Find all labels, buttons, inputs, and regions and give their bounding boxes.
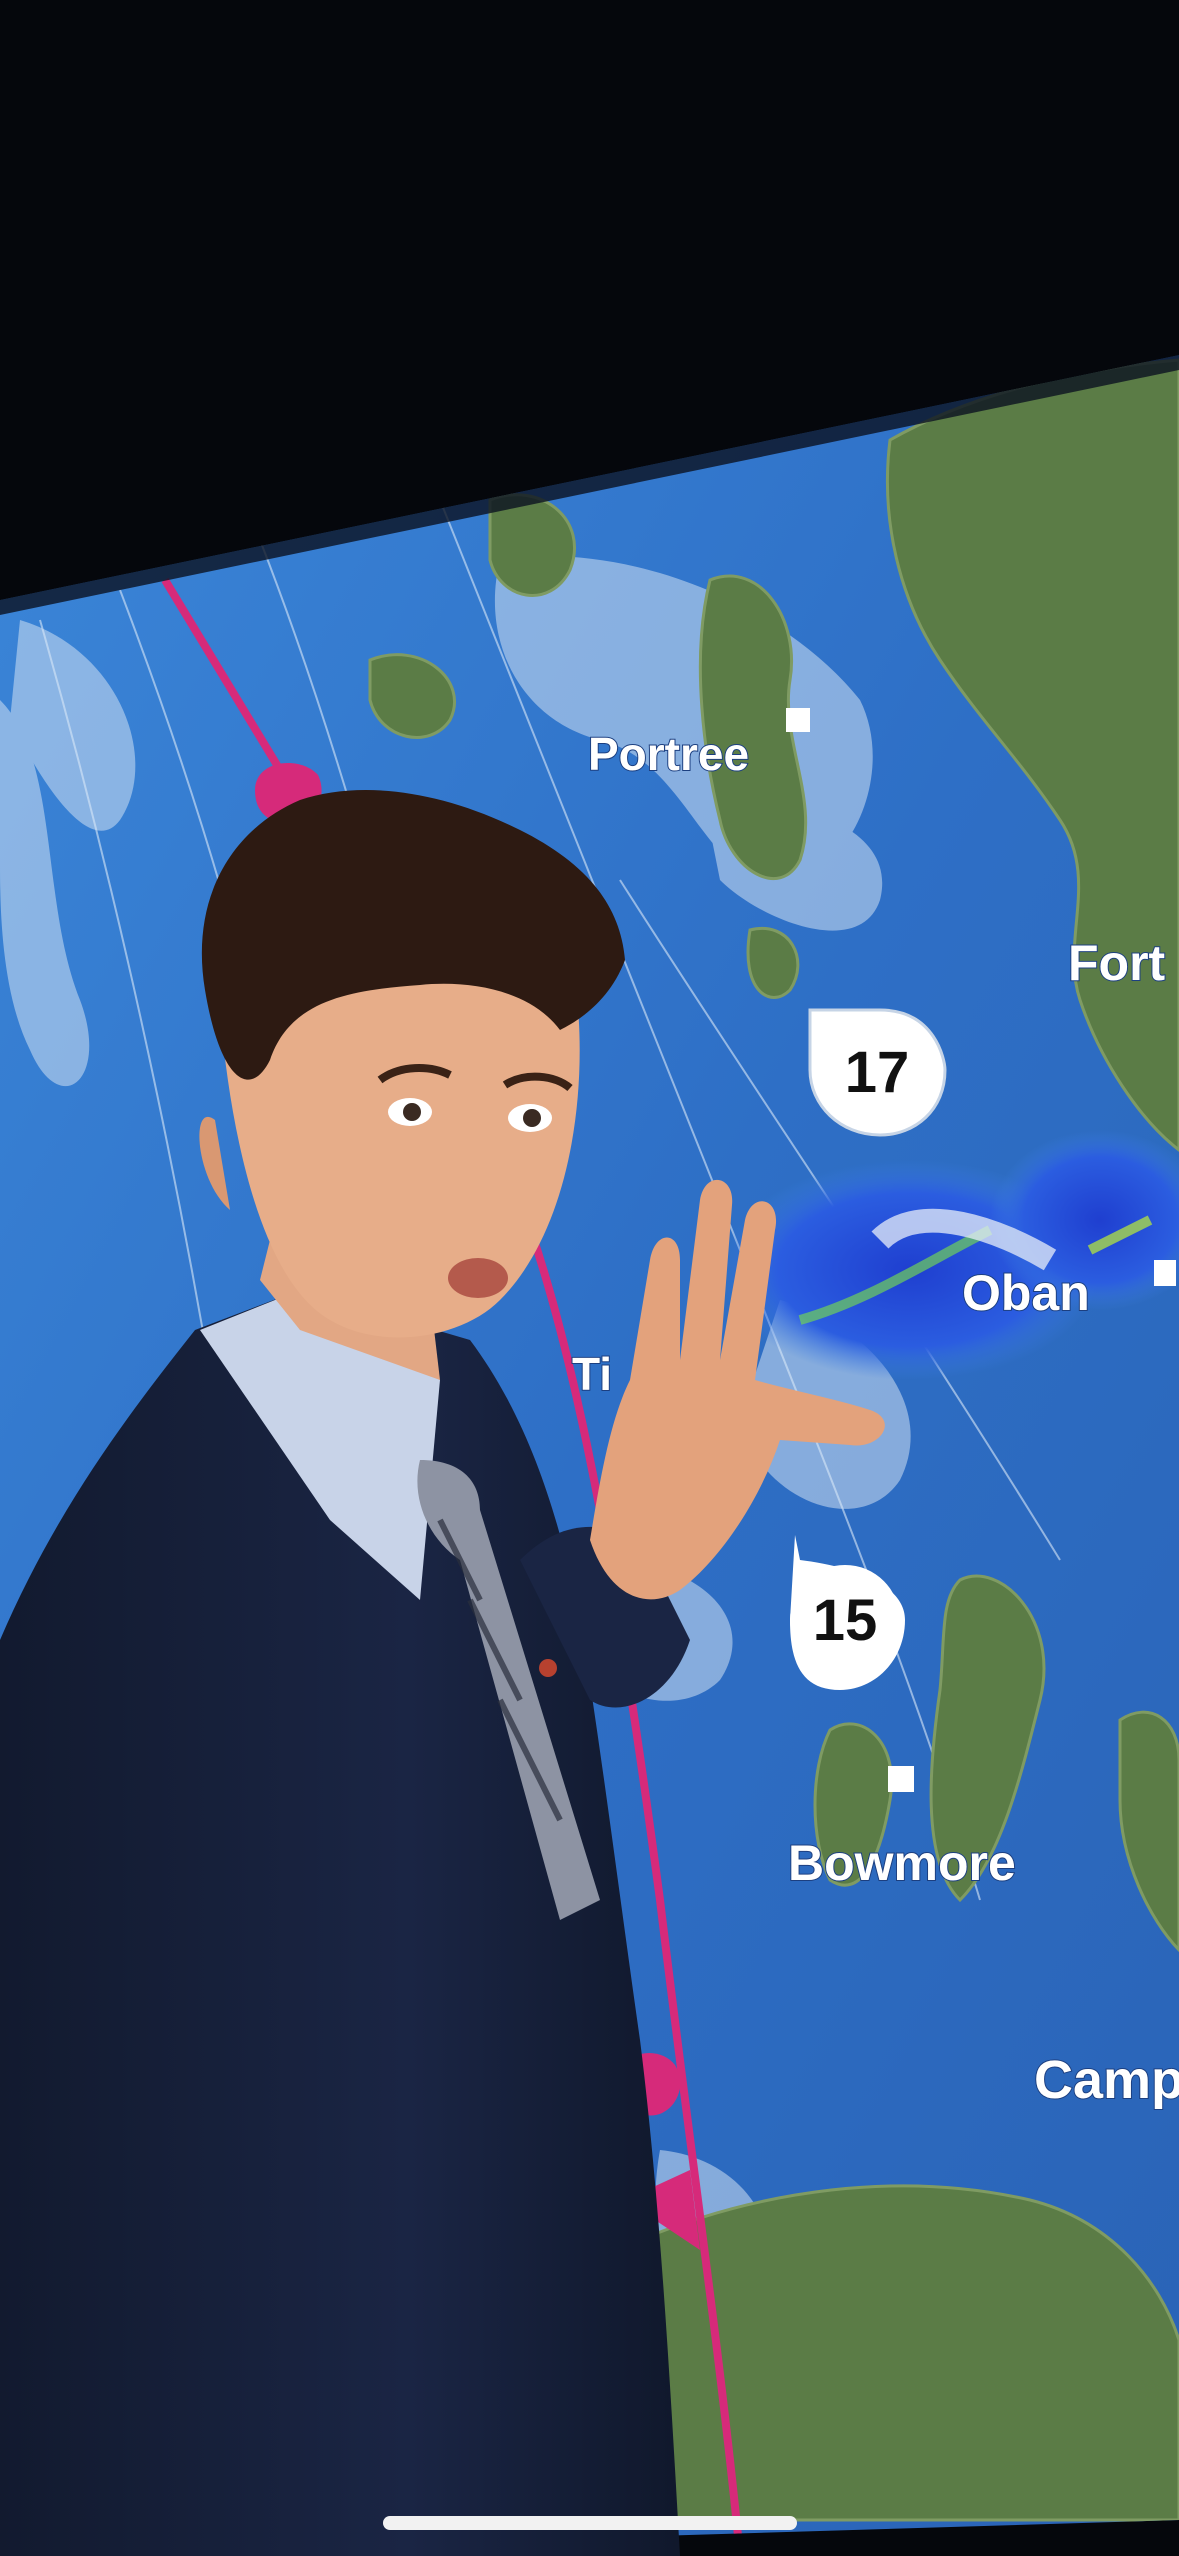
place-label-fort: Fort: [1068, 935, 1166, 991]
place-label-portree: Portree: [588, 728, 749, 780]
place-label-oban: Oban: [962, 1265, 1090, 1321]
eye-pupil: [523, 1109, 541, 1127]
place-label-camp: Camp: [1034, 2050, 1179, 2110]
temperature-marker-17: 17: [808, 1008, 947, 1137]
temperature-value: 15: [813, 1588, 878, 1653]
place-label-bowmore: Bowmore: [788, 1835, 1016, 1891]
place-label-ti: Ti: [572, 1348, 612, 1400]
town-square-icon: [786, 708, 810, 732]
town-square-icon: [1154, 1260, 1176, 1286]
temperature-value: 17: [845, 1040, 910, 1105]
mouth: [448, 1258, 508, 1298]
town-square-icon: [888, 1766, 914, 1792]
lapel-pin: [539, 1659, 557, 1677]
home-indicator[interactable]: [383, 2516, 797, 2530]
weather-broadcast-scene: Portree Fort Oban Ti Bowmore Camp 17 15: [0, 0, 1179, 2556]
eye-pupil: [403, 1103, 421, 1121]
